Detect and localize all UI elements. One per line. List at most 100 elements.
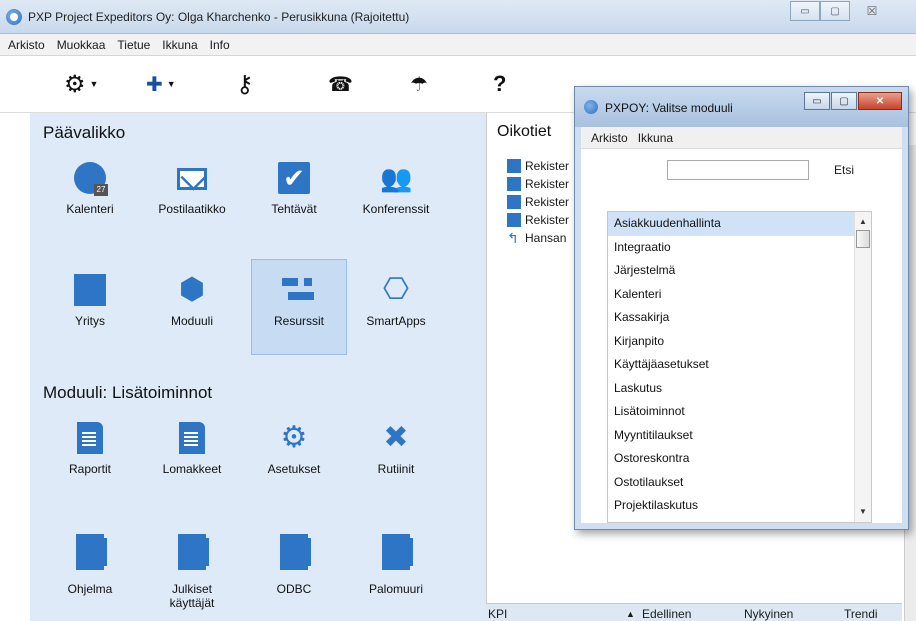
phone-icon: ☎	[328, 73, 353, 96]
shortcut-item[interactable]: Rekister	[507, 176, 569, 192]
app-logo-icon	[584, 100, 598, 114]
resources-icon	[282, 274, 316, 306]
tile-raportit[interactable]: Raportit	[42, 408, 138, 504]
shortcut-item[interactable]: Rekister	[507, 158, 569, 174]
dialog-body: Etsi Asiakkuudenhallinta Integraatio Jär…	[581, 149, 902, 523]
current-label[interactable]: Nykyinen	[744, 607, 793, 621]
list-item[interactable]: Kassakirja	[608, 306, 871, 330]
window-controls: ▭ ▢ ☒	[790, 1, 894, 21]
folder-icon	[382, 534, 413, 570]
dialog-close-button[interactable]: ✕	[858, 92, 902, 110]
mail-icon	[177, 168, 207, 190]
list-item[interactable]: Kirjanpito	[608, 330, 871, 354]
shortcut-item[interactable]: ↰ Hansan	[507, 230, 566, 246]
tile-ohjelma[interactable]: Ohjelma	[42, 520, 138, 616]
flag-icon: ✚	[146, 73, 163, 96]
triangle-up-icon: ▲	[626, 609, 635, 619]
scroll-down-icon[interactable]: ▼	[855, 504, 871, 520]
list-item[interactable]: Projektilaskutus	[608, 494, 871, 518]
hexagons-outline-icon: ⎔	[382, 273, 410, 306]
status-bar: KPI ▲ Edellinen Nykyinen Trendi	[486, 603, 902, 621]
tile-kalenteri[interactable]: 27 Kalenteri	[42, 148, 138, 244]
close-button[interactable]: ☒	[850, 1, 894, 21]
list-item[interactable]: Lisätoiminnot	[608, 400, 871, 424]
help-icon: ?	[493, 71, 507, 96]
hexagons-icon: ⬢	[178, 273, 206, 306]
app-logo-icon	[6, 9, 22, 25]
tile-tehtavat[interactable]: ✔ Tehtävät	[246, 148, 342, 244]
tile-smartapps[interactable]: ⎔ SmartApps	[348, 260, 444, 356]
tile-rutiinit[interactable]: ✖ Rutiinit	[348, 408, 444, 504]
previous-label[interactable]: Edellinen	[642, 607, 691, 621]
register-icon	[507, 177, 521, 191]
list-item[interactable]: Asiakkuudenhallinta	[608, 212, 871, 236]
window-titlebar: PXP Project Expeditors Oy: Olga Kharchen…	[0, 0, 916, 34]
chevron-down-icon: ▼	[89, 79, 99, 89]
menu-muokkaa[interactable]: Muokkaa	[57, 38, 106, 52]
folder-icon	[280, 534, 311, 570]
shortcut-item[interactable]: Rekister	[507, 212, 569, 228]
list-item[interactable]: Järjestelmä	[608, 259, 871, 283]
module-list-scrollbar[interactable]: ▲ ▼	[854, 212, 871, 522]
dialog-maximize-button[interactable]: ▢	[831, 92, 857, 110]
search-button[interactable]: Etsi	[834, 163, 854, 177]
minimize-button[interactable]: ▭	[790, 1, 820, 21]
tile-resurssit[interactable]: Resurssit	[251, 259, 347, 355]
list-item[interactable]: Käyttäjäasetukset	[608, 353, 871, 377]
module-list[interactable]: Asiakkuudenhallinta Integraatio Järjeste…	[607, 211, 872, 523]
menu-ikkuna[interactable]: Ikkuna	[162, 38, 197, 52]
scroll-up-icon[interactable]: ▲	[855, 214, 871, 230]
umbrella-button[interactable]: ☂	[410, 69, 428, 99]
maximize-button[interactable]: ▢	[820, 1, 850, 21]
form-icon	[179, 422, 205, 454]
gears-icon: ⚙	[280, 421, 308, 454]
people-icon: 👥	[380, 163, 413, 193]
tile-moduuli[interactable]: ⬢ Moduuli	[144, 260, 240, 356]
tile-palomuuri[interactable]: Palomuuri	[348, 520, 444, 616]
folder-icon	[76, 534, 107, 570]
menu-arkisto[interactable]: Arkisto	[8, 38, 45, 52]
key-button[interactable]: ⚷	[236, 69, 254, 99]
tile-postilaatikko[interactable]: Postilaatikko	[144, 148, 240, 244]
dialog-minimize-button[interactable]: ▭	[804, 92, 830, 110]
search-input[interactable]	[667, 160, 809, 180]
shortcut-item[interactable]: Rekister	[507, 194, 569, 210]
list-item[interactable]: Laskutus	[608, 377, 871, 401]
menu-tietue[interactable]: Tietue	[117, 38, 150, 52]
tile-yritys[interactable]: Yritys	[42, 260, 138, 356]
gear-icon: ⚙	[64, 70, 86, 98]
help-button[interactable]: ?	[493, 69, 506, 99]
register-icon	[507, 213, 521, 227]
scroll-thumb[interactable]	[856, 230, 870, 248]
tile-konferenssit[interactable]: 👥 Konferenssit	[348, 148, 444, 244]
arrow-icon: ↰	[507, 229, 519, 246]
list-item[interactable]: Myyntitilaukset	[608, 424, 871, 448]
shortcuts-title: Oikotiet	[497, 123, 552, 140]
module-title: Moduuli: Lisätoiminnot	[43, 383, 213, 402]
dialog-menu-ikkuna[interactable]: Ikkuna	[638, 131, 673, 145]
trend-label[interactable]: Trendi	[844, 607, 878, 621]
language-button[interactable]: ✚ ▼	[146, 69, 176, 99]
book-icon	[74, 274, 106, 306]
tile-julkiset-kayttajat[interactable]: Julkiset käyttäjät	[144, 520, 240, 616]
dialog-titlebar: PXPOY: Valitse moduuli ▭ ▢ ✕	[575, 87, 908, 127]
list-item[interactable]: Ostoreskontra	[608, 447, 871, 471]
report-icon	[77, 422, 103, 454]
tile-odbc[interactable]: ODBC	[246, 520, 342, 616]
umbrella-icon: ☂	[410, 73, 428, 96]
menu-info[interactable]: Info	[210, 38, 230, 52]
dialog-menu-bar: Arkisto Ikkuna	[581, 127, 902, 149]
tile-asetukset[interactable]: ⚙ Asetukset	[246, 408, 342, 504]
phone-button[interactable]: ☎	[328, 69, 353, 99]
list-item[interactable]: Ostotilaukset	[608, 471, 871, 495]
settings-button[interactable]: ⚙ ▼	[64, 69, 98, 99]
register-icon	[507, 159, 521, 173]
list-item[interactable]: Integraatio	[608, 236, 871, 260]
calendar-icon: 27	[74, 162, 108, 196]
list-item[interactable]: Kalenteri	[608, 283, 871, 307]
dialog-menu-arkisto[interactable]: Arkisto	[591, 131, 628, 145]
tile-lomakkeet[interactable]: Lomakkeet	[144, 408, 240, 504]
dialog-title: PXPOY: Valitse moduuli	[605, 101, 733, 115]
module-dialog: PXPOY: Valitse moduuli ▭ ▢ ✕ Arkisto Ikk…	[574, 86, 909, 530]
kpi-label: KPI	[488, 607, 508, 621]
